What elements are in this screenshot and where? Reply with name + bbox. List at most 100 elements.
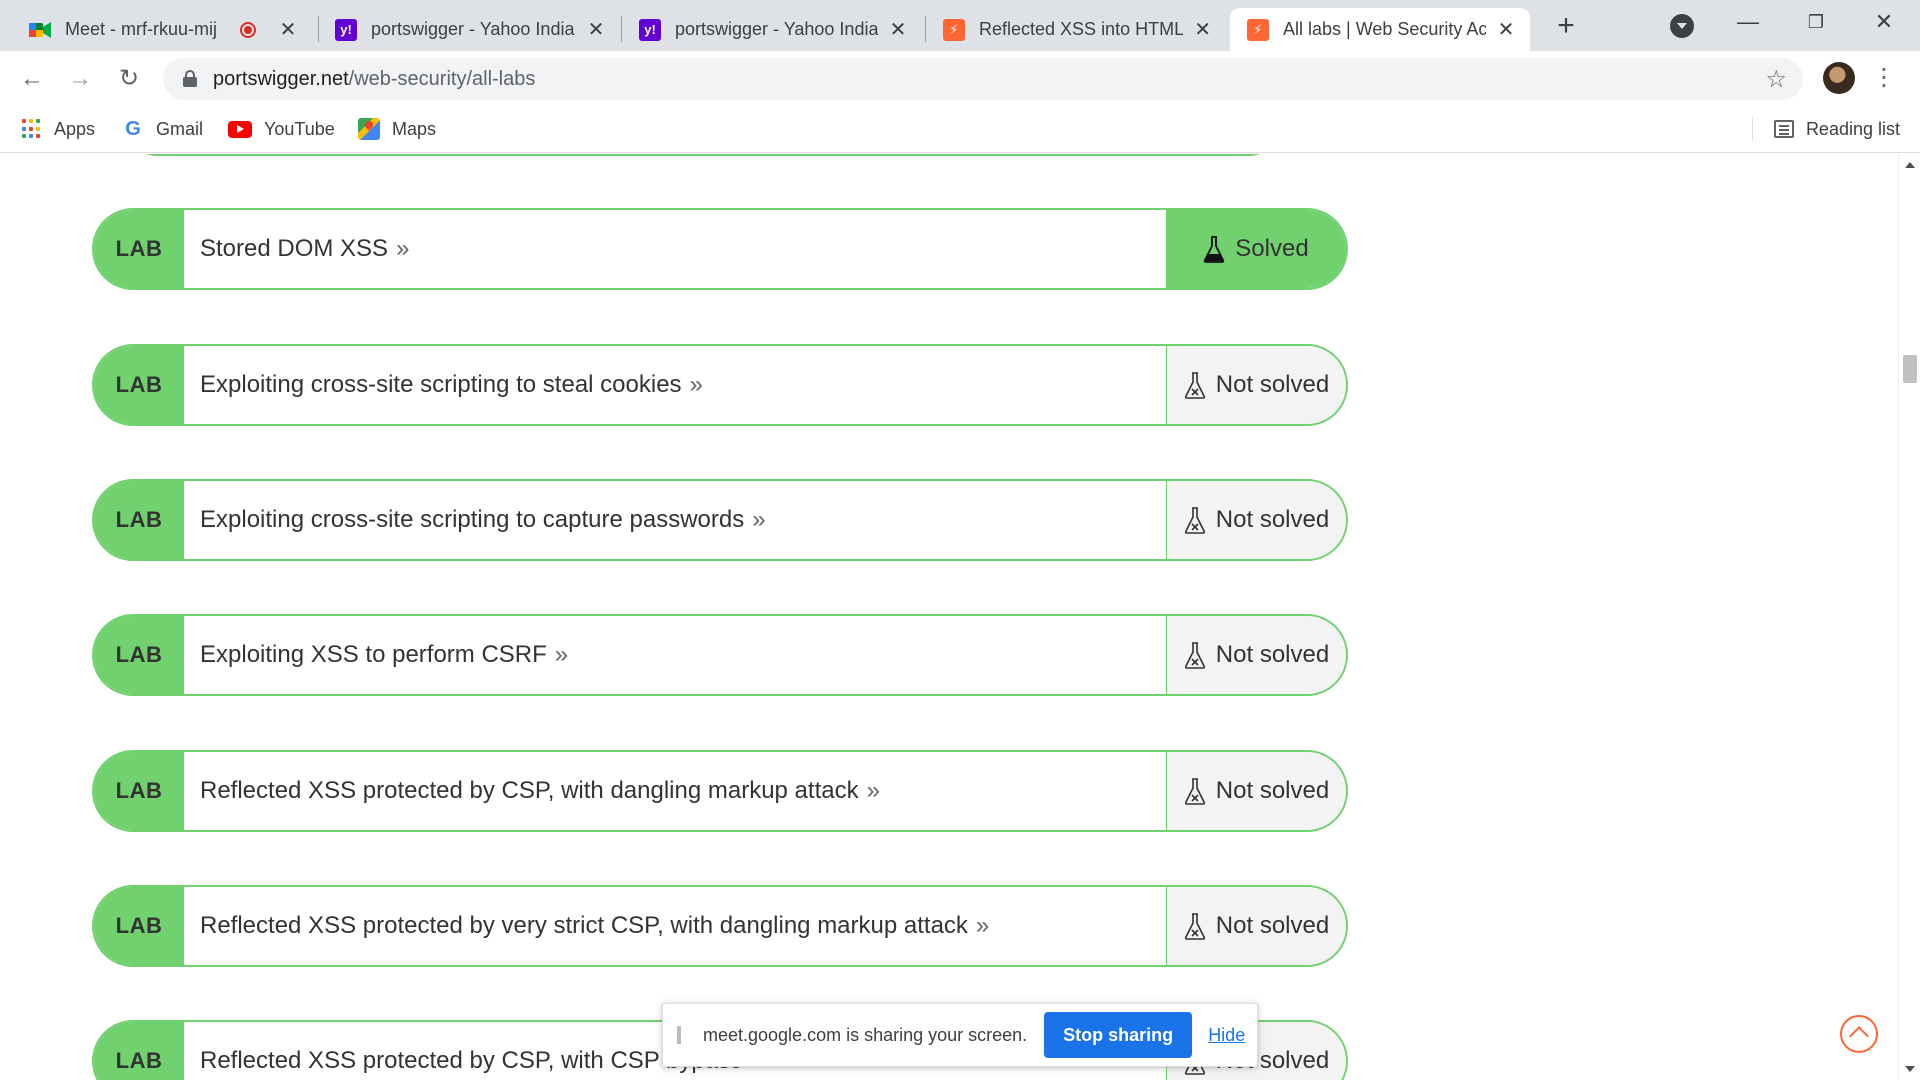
double-chevron-icon: » [689, 371, 703, 398]
tab-search-icon[interactable] [1670, 14, 1694, 38]
scroll-up-arrow-icon[interactable] [1905, 162, 1915, 168]
close-tab-icon[interactable]: ✕ [888, 17, 908, 42]
tab-yahoo-1[interactable]: y! portswigger - Yahoo India ✕ [318, 8, 620, 51]
tab-title: portswigger - Yahoo India [371, 19, 575, 39]
apps-grid-icon [22, 119, 42, 139]
double-chevron-icon: » [752, 506, 766, 533]
lab-title-link[interactable]: Reflected XSS protected by CSP, with dan… [200, 752, 880, 830]
hide-link[interactable]: Hide [1208, 1025, 1245, 1046]
tab-title: Reflected XSS into HTML c [979, 19, 1184, 39]
bookmarks-bar: Apps G Gmail YouTube Maps Reading list [0, 105, 1920, 153]
url-text: portswigger.net/web-security/all-labs [213, 68, 536, 90]
back-arrow-icon[interactable]: ← [14, 61, 50, 97]
double-chevron-icon: » [396, 235, 410, 262]
screen-share-bar: meet.google.com is sharing your screen. … [662, 1003, 1258, 1067]
restore-icon[interactable]: ❐ [1796, 6, 1836, 38]
lab-status-not-solved: Not solved [1166, 887, 1346, 965]
profile-avatar[interactable] [1823, 62, 1855, 94]
bookmark-apps[interactable]: Apps [22, 116, 95, 142]
portswigger-icon: ⚡ [1247, 18, 1269, 41]
lab-badge: LAB [94, 346, 184, 424]
lab-badge: LAB [94, 887, 184, 965]
tab-all-labs[interactable]: ⚡ All labs | Web Security Ac ✕ [1230, 8, 1530, 51]
close-tab-icon[interactable]: ✕ [278, 17, 298, 42]
close-tab-icon[interactable]: ✕ [1496, 17, 1516, 42]
close-tab-icon[interactable]: ✕ [586, 17, 606, 42]
bookmark-label: Apps [54, 118, 96, 139]
lab-badge: LAB [94, 481, 184, 559]
flask-not-solved-icon [1184, 507, 1205, 534]
menu-kebab-icon[interactable]: ⋮ [1872, 61, 1896, 95]
portswigger-icon: ⚡ [943, 18, 965, 41]
bookmarks-divider [1752, 117, 1753, 141]
tab-title: All labs | Web Security Ac [1283, 19, 1487, 39]
lab-row[interactable]: LAB Exploiting cross-site scripting to c… [92, 479, 1348, 561]
tab-meet[interactable]: Meet - mrf-rkuu-mij ✕ [12, 8, 312, 51]
yahoo-icon: y! [639, 18, 661, 41]
reload-icon[interactable]: ↻ [111, 61, 147, 97]
bookmark-label: Maps [392, 118, 437, 139]
recording-indicator-icon [240, 21, 256, 38]
lab-badge: LAB [94, 616, 184, 694]
close-tab-icon[interactable]: ✕ [1193, 17, 1212, 42]
lab-title-link[interactable]: Exploiting cross-site scripting to captu… [200, 481, 766, 559]
maps-icon [358, 118, 380, 140]
tab-yahoo-2[interactable]: y! portswigger - Yahoo India ✕ [622, 8, 922, 51]
flask-not-solved-icon [1184, 778, 1205, 805]
double-chevron-icon: » [866, 777, 880, 804]
reading-list-button[interactable]: Reading list [1773, 116, 1900, 142]
google-meet-icon [29, 19, 51, 41]
lab-status-not-solved: Not solved [1166, 481, 1346, 559]
bookmark-star-icon[interactable]: ☆ [1765, 65, 1787, 94]
lab-status-not-solved: Not solved [1166, 752, 1346, 830]
drag-handle-icon[interactable] [677, 1026, 681, 1044]
double-chevron-icon: » [975, 912, 990, 939]
lab-badge: LAB [94, 1022, 184, 1080]
tab-reflected-xss[interactable]: ⚡ Reflected XSS into HTML c ✕ [926, 8, 1226, 51]
back-to-top-icon[interactable] [1840, 1015, 1878, 1053]
tab-strip: Meet - mrf-rkuu-mij ✕ y! portswigger - Y… [0, 0, 1920, 51]
page-viewport: LAB Stored DOM XSS» Solved LAB Exploitin… [0, 154, 1898, 1080]
stop-sharing-button[interactable]: Stop sharing [1044, 1012, 1193, 1058]
google-icon: G [125, 117, 141, 140]
minimize-icon[interactable]: — [1728, 6, 1768, 38]
lab-status-not-solved: Not solved [1166, 346, 1346, 424]
bookmark-gmail[interactable]: G Gmail [122, 116, 203, 142]
reading-list-label: Reading list [1805, 118, 1900, 139]
youtube-icon [228, 120, 252, 138]
flask-not-solved-icon [1184, 913, 1205, 940]
lab-row[interactable]: LAB Reflected XSS protected by CSP, with… [92, 750, 1348, 832]
scroll-down-arrow-icon[interactable] [1905, 1066, 1915, 1072]
bookmark-youtube[interactable]: YouTube [228, 116, 335, 142]
lab-row[interactable]: LAB Reflected XSS protected by very stri… [92, 885, 1348, 967]
lab-row[interactable]: LAB Exploiting cross-site scripting to s… [92, 344, 1348, 426]
double-chevron-icon: » [554, 641, 569, 668]
lab-title-link[interactable]: Exploiting XSS to perform CSRF» [200, 616, 568, 694]
flask-solved-icon [1204, 236, 1225, 263]
bookmark-label: Gmail [156, 118, 204, 139]
previous-lab-row-edge [118, 154, 1288, 156]
flask-not-solved-icon [1184, 372, 1205, 399]
bookmark-maps[interactable]: Maps [358, 116, 436, 142]
lab-row[interactable]: LAB Stored DOM XSS» Solved [92, 208, 1348, 290]
lab-badge: LAB [94, 210, 184, 288]
lab-status-not-solved: Not solved [1166, 616, 1346, 694]
scroll-thumb[interactable] [1903, 355, 1917, 383]
lab-status-solved: Solved [1166, 210, 1346, 288]
lock-icon [183, 70, 197, 87]
reading-list-icon [1773, 120, 1794, 138]
flask-not-solved-icon [1184, 642, 1205, 669]
bookmark-label: YouTube [264, 118, 335, 139]
vertical-scrollbar[interactable] [1898, 154, 1920, 1080]
lab-title-link[interactable]: Exploiting cross-site scripting to steal… [200, 346, 703, 424]
tab-title: Meet - mrf-rkuu-mij [65, 19, 217, 39]
forward-arrow-icon[interactable]: → [62, 61, 98, 97]
yahoo-icon: y! [335, 18, 357, 41]
address-bar[interactable]: portswigger.net/web-security/all-labs ☆ [163, 58, 1803, 100]
lab-row[interactable]: LAB Exploiting XSS to perform CSRF» Not … [92, 614, 1348, 696]
tab-title: portswigger - Yahoo India [675, 19, 879, 39]
close-window-icon[interactable]: ✕ [1864, 6, 1904, 38]
lab-title-link[interactable]: Stored DOM XSS» [200, 210, 409, 288]
new-tab-button[interactable]: + [1549, 10, 1583, 44]
lab-title-link[interactable]: Reflected XSS protected by very strict C… [200, 887, 989, 965]
